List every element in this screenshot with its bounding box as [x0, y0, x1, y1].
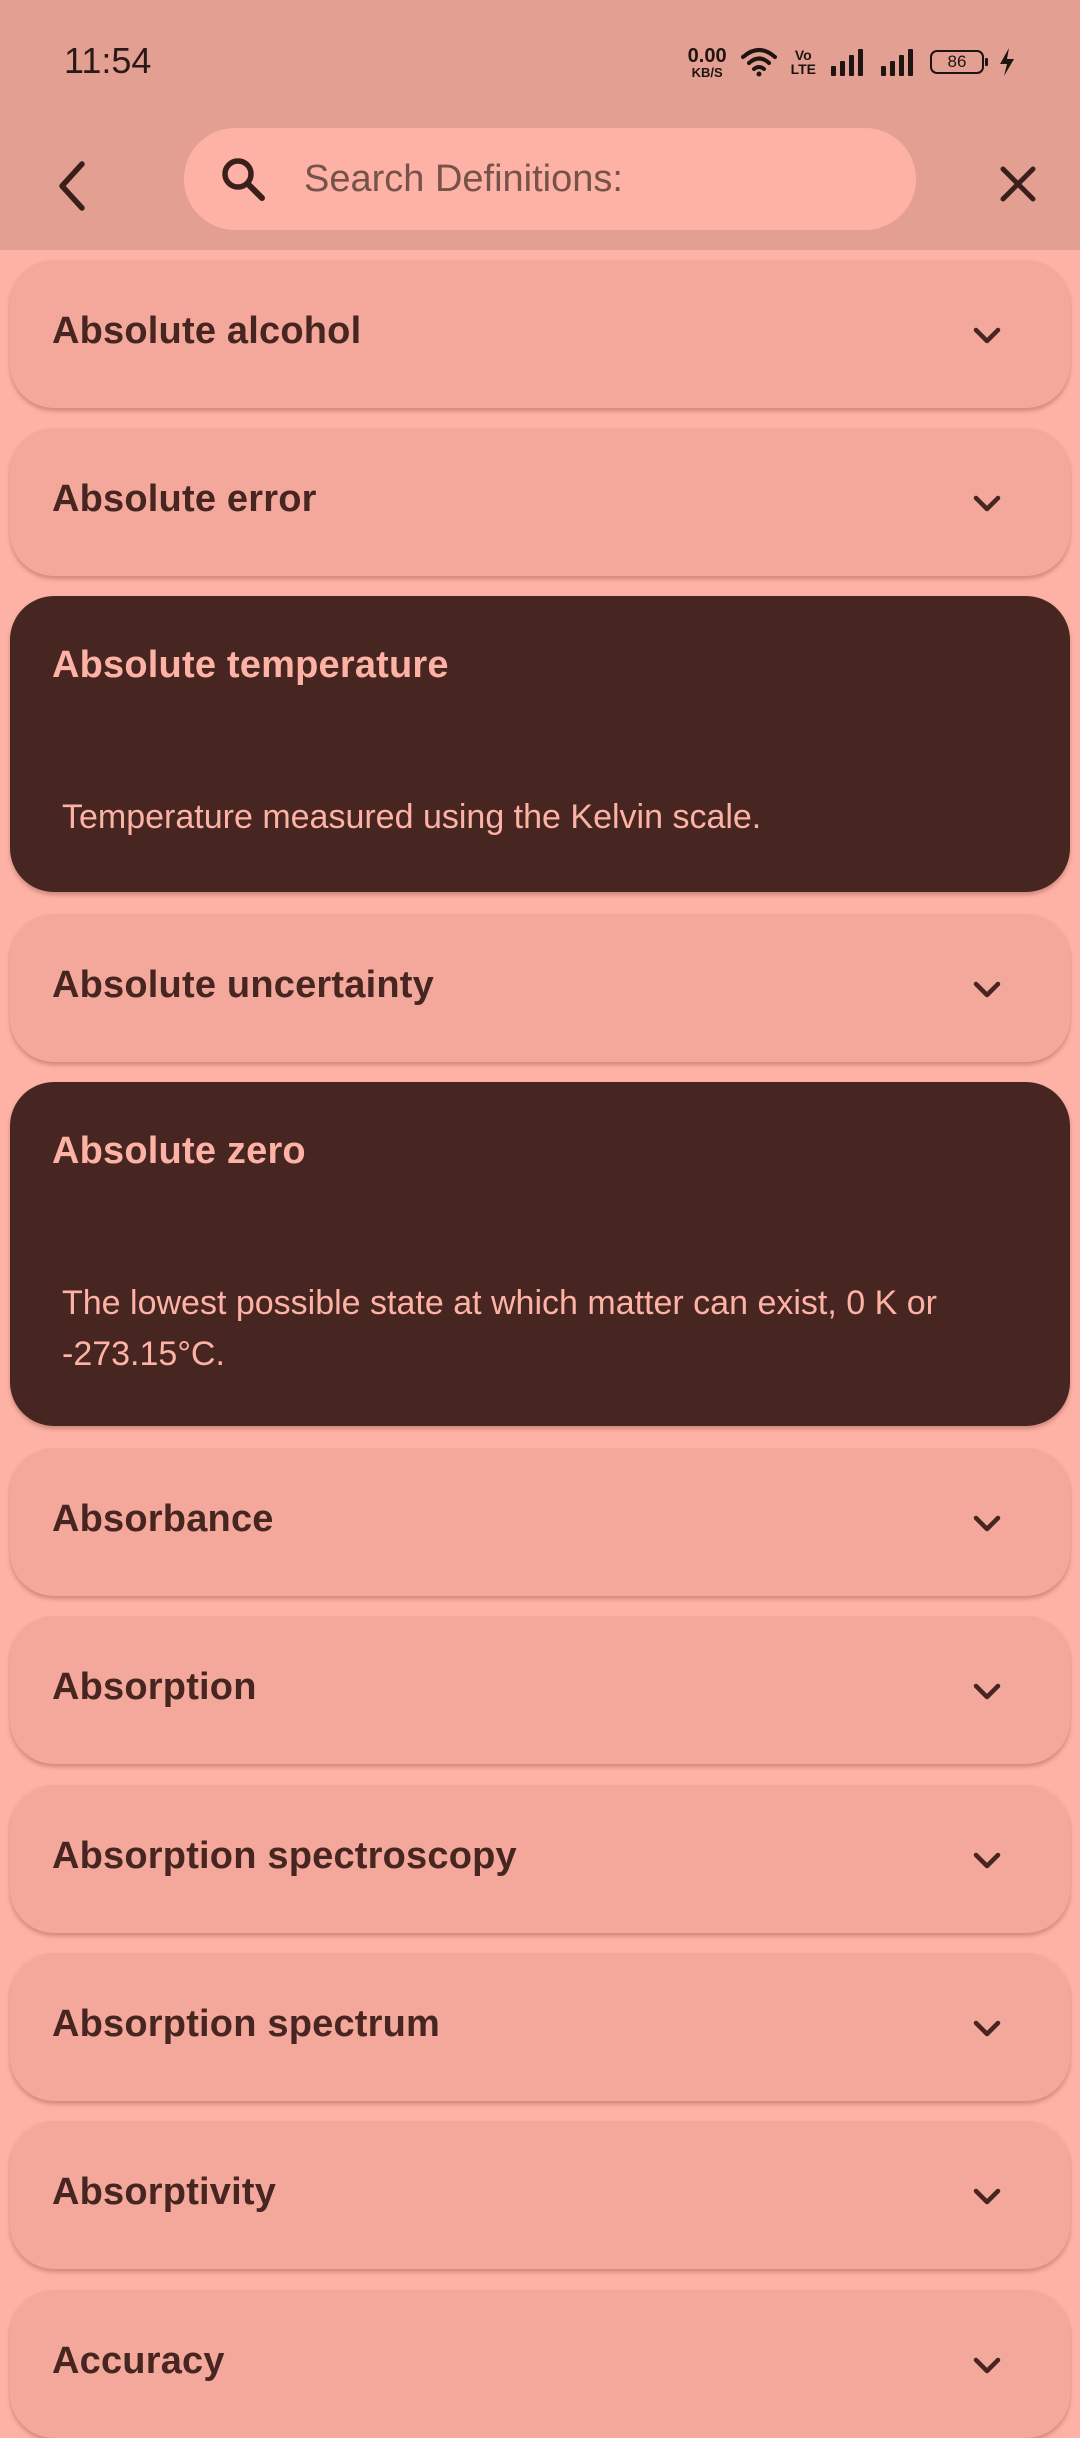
term-card-absolute-temperature[interactable]: Absolute temperature Temperature measure…: [10, 596, 1070, 892]
term-card-absorptivity[interactable]: Absorptivity: [10, 2121, 1070, 2269]
term-card-absorption-spectrum[interactable]: Absorption spectrum: [10, 1953, 1070, 2101]
term-card-absolute-alcohol[interactable]: Absolute alcohol: [10, 260, 1070, 408]
term-title: Absorptivity: [52, 2171, 277, 2213]
charging-icon: [1000, 48, 1014, 76]
term-title: Absorbance: [52, 1498, 274, 1540]
term-card-absolute-uncertainty[interactable]: Absolute uncertainty: [10, 914, 1070, 1062]
status-icons: 0.00 KB/S Vo LTE 86: [688, 38, 1016, 86]
chevron-down-icon: [973, 981, 1001, 998]
signal-icon: [881, 49, 913, 76]
battery-icon: 86: [930, 50, 988, 74]
chevron-down-icon: [973, 327, 1001, 344]
chevron-down-icon: [973, 495, 1001, 512]
volte-top: Vo: [794, 47, 812, 63]
battery-level: 86: [947, 52, 967, 71]
net-speed-unit: KB/S: [691, 64, 723, 80]
term-card-absolute-zero[interactable]: Absolute zero The lowest possible state …: [10, 1082, 1070, 1426]
term-card-absolute-error[interactable]: Absolute error: [10, 428, 1070, 576]
term-definition: Temperature measured using the Kelvin sc…: [62, 798, 762, 836]
close-icon: [1000, 166, 1036, 202]
search-icon: [222, 158, 265, 201]
search-bar[interactable]: [184, 128, 916, 230]
term-title: Absorption: [52, 1666, 257, 1708]
back-button[interactable]: [40, 148, 104, 224]
term-card-accuracy[interactable]: Accuracy: [10, 2290, 1070, 2438]
net-speed-indicator: 0.00 KB/S: [688, 46, 727, 79]
volte-indicator: Vo LTE: [791, 48, 816, 76]
app-bar: [0, 124, 1080, 250]
wifi-icon: [740, 48, 777, 77]
net-speed-value: 0.00: [687, 44, 727, 67]
status-bar: 11:54 0.00 KB/S Vo LTE 86: [0, 0, 1080, 124]
search-input[interactable]: [304, 128, 884, 230]
term-title: Accuracy: [52, 2340, 225, 2382]
chevron-down-icon: [973, 2188, 1001, 2205]
chevron-down-icon: [973, 1852, 1001, 1869]
term-title: Absolute error: [52, 478, 317, 520]
term-title: Absorption spectroscopy: [52, 1835, 517, 1877]
close-button[interactable]: [986, 152, 1050, 216]
term-title: Absolute zero: [52, 1130, 306, 1172]
signal-icon: [831, 49, 863, 76]
status-time: 11:54: [64, 40, 152, 81]
chevron-down-icon: [973, 2357, 1001, 2374]
term-title: Absolute uncertainty: [52, 964, 434, 1006]
chevron-down-icon: [973, 1515, 1001, 1532]
term-card-absorbance[interactable]: Absorbance: [10, 1448, 1070, 1596]
term-title: Absorption spectrum: [52, 2003, 441, 2045]
term-title: Absolute alcohol: [52, 310, 362, 352]
term-card-absorption[interactable]: Absorption: [10, 1616, 1070, 1764]
volte-bottom: LTE: [790, 61, 816, 77]
term-title: Absolute temperature: [52, 644, 449, 686]
term-definition: The lowest possible state at which matte…: [62, 1284, 937, 1373]
chevron-left-icon: [59, 161, 85, 211]
chevron-down-icon: [973, 1683, 1001, 1700]
term-card-absorption-spectroscopy[interactable]: Absorption spectroscopy: [10, 1785, 1070, 1933]
chevron-down-icon: [973, 2020, 1001, 2037]
